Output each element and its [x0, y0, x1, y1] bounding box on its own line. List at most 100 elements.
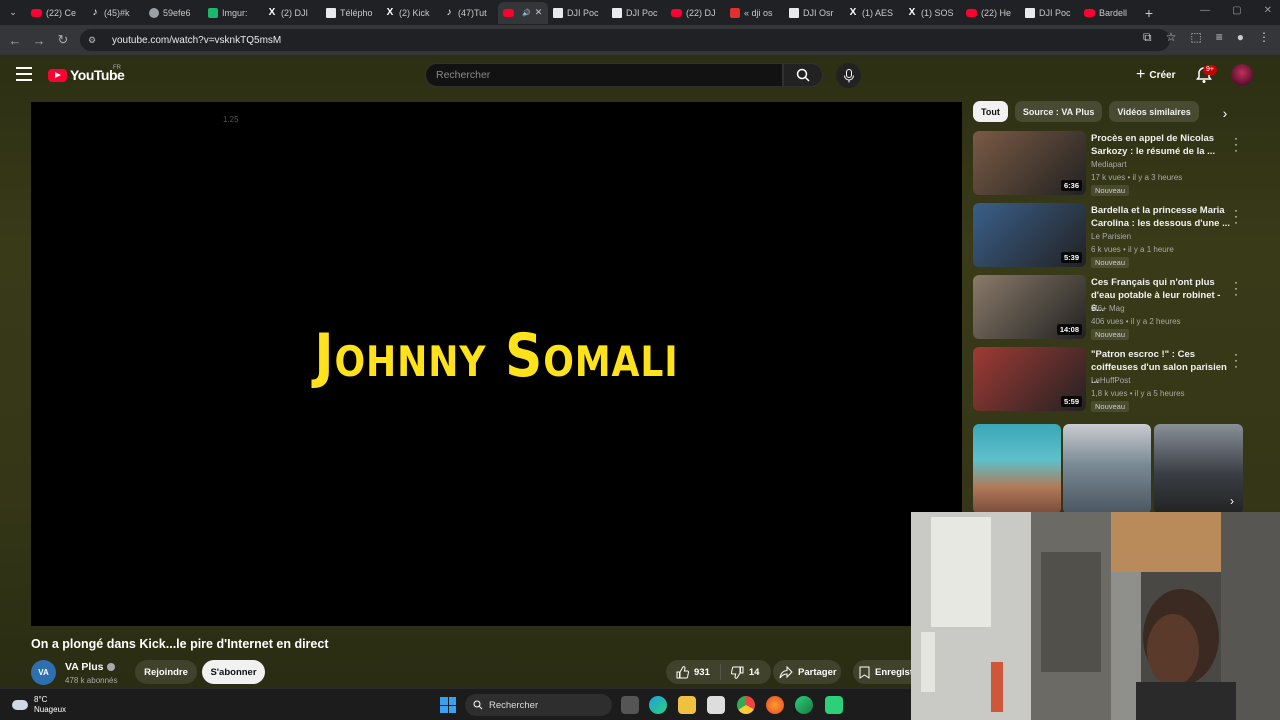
weather-widget[interactable]: 8°C Nuageux: [12, 695, 66, 715]
voice-search-button[interactable]: [836, 63, 861, 88]
country-code: FR: [113, 65, 121, 71]
save-playlist-icon: [859, 666, 870, 679]
tab-close-icon[interactable]: ✕: [535, 7, 543, 18]
site-info-icon[interactable]: ⚙: [88, 35, 100, 46]
recommendation-item[interactable]: 6:36 Procès en appel de Nicolas Sarkozy :…: [973, 131, 1243, 196]
browser-tab[interactable]: ♪ (45)#k: [85, 2, 144, 24]
windows-start-icon[interactable]: [440, 697, 456, 713]
browser-tab[interactable]: X (1) SOS: [902, 2, 961, 24]
doc-icon: [612, 7, 622, 18]
recommendation-item[interactable]: 5:59 "Patron escroc !" : Ces coiffeuses d…: [973, 347, 1243, 412]
video-thumbnail[interactable]: 5:59: [973, 347, 1086, 411]
create-label: Créer: [1149, 69, 1176, 81]
recommendation-channel[interactable]: LeHuffPost: [1091, 376, 1130, 385]
channel-avatar[interactable]: VA: [31, 660, 56, 685]
weather-temp: 8°C: [34, 695, 48, 704]
dislike-button[interactable]: 14: [721, 660, 770, 684]
channel-name[interactable]: VA Plus: [65, 661, 104, 673]
forward-icon[interactable]: →: [27, 33, 51, 48]
edge-icon[interactable]: [649, 696, 667, 714]
close-window-icon[interactable]: ✕: [1264, 5, 1272, 16]
hamburger-menu-icon[interactable]: [16, 67, 32, 81]
browser-tab[interactable]: (22) He: [961, 2, 1020, 24]
recommendation-item[interactable]: 5:39 Bardella et la princesse Maria Carol…: [973, 203, 1243, 268]
media-icon[interactable]: ≡: [1216, 30, 1223, 45]
reload-icon[interactable]: ↻: [51, 32, 75, 48]
shorts-shelf: ›: [973, 424, 1243, 514]
extensions-icon[interactable]: ⬚: [1190, 30, 1201, 45]
cast-icon[interactable]: ⧉: [1143, 30, 1152, 45]
browser-tab[interactable]: Bardell: [1079, 2, 1138, 24]
browser-tab[interactable]: 59efe6: [144, 2, 203, 24]
video-thumbnail[interactable]: 14:08: [973, 275, 1086, 339]
browser-tab[interactable]: DJI Poc: [548, 2, 607, 24]
recommendation-item[interactable]: 14:08 Ces Français qui n'ont plus d'eau p…: [973, 275, 1243, 340]
filter-chip[interactable]: Source : VA Plus: [1014, 101, 1103, 122]
microphone-icon: [843, 68, 854, 82]
browser-tab[interactable]: DJI Osr: [784, 2, 843, 24]
browser-tab[interactable]: ♪ (47)Tut: [439, 2, 498, 24]
filter-chip[interactable]: Vidéos similaires: [1109, 101, 1199, 122]
browser-tab[interactable]: « dji os: [725, 2, 784, 24]
video-player[interactable]: 1.25 Johnny Somali: [31, 102, 962, 626]
recommendation-channel[interactable]: M6+ Mag: [1091, 304, 1125, 313]
recommendation-channel[interactable]: Mediapart: [1091, 160, 1127, 169]
tab-search-chevron-icon[interactable]: ⌄: [0, 0, 26, 25]
bookmark-star-icon[interactable]: ☆: [1166, 30, 1177, 45]
like-button[interactable]: 931: [666, 660, 720, 684]
browser-tab[interactable]: X (2) DJI: [262, 2, 321, 24]
doc-icon: [1025, 7, 1035, 18]
app-icon[interactable]: [825, 696, 843, 714]
back-icon[interactable]: ←: [3, 33, 27, 48]
tab-audio-icon[interactable]: 🔊: [522, 9, 531, 17]
browser-tab[interactable]: DJI Poc: [607, 2, 666, 24]
new-badge: Nouveau: [1091, 185, 1130, 196]
edge-dev-icon[interactable]: [795, 696, 813, 714]
chrome-icon[interactable]: [737, 696, 755, 714]
browser-tab[interactable]: Imgur:: [203, 2, 262, 24]
filter-chip[interactable]: Tout: [973, 101, 1008, 122]
profile-icon[interactable]: ●: [1237, 30, 1244, 45]
task-view-icon[interactable]: [621, 696, 639, 714]
new-tab-button[interactable]: +: [1138, 5, 1160, 21]
browser-tab[interactable]: Télépho: [321, 2, 380, 24]
browser-tab[interactable]: (22) Ce: [26, 2, 85, 24]
recommendation-title[interactable]: Bardella et la princesse Maria Carolina …: [1091, 204, 1231, 230]
more-options-icon[interactable]: · · ·: [1231, 204, 1241, 228]
search-button[interactable]: [783, 63, 823, 87]
more-options-icon[interactable]: · · ·: [1231, 132, 1241, 156]
shorts-next-arrow-icon[interactable]: ›: [1230, 494, 1234, 508]
browser-tab[interactable]: DJI Poc: [1020, 2, 1079, 24]
video-thumbnail[interactable]: 6:36: [973, 131, 1086, 195]
recommendation-channel[interactable]: Le Parisien: [1091, 232, 1131, 241]
short-thumbnail[interactable]: [1063, 424, 1151, 514]
share-label: Partager: [798, 666, 837, 678]
taskbar-search[interactable]: Rechercher: [465, 694, 612, 716]
maximize-icon[interactable]: ▢: [1232, 5, 1241, 16]
create-button[interactable]: + Créer: [1128, 63, 1183, 87]
more-options-icon[interactable]: · · ·: [1231, 348, 1241, 372]
store-icon[interactable]: [707, 696, 725, 714]
browser-tab-active[interactable]: 🔊 ✕: [498, 1, 548, 24]
search-input[interactable]: [436, 69, 782, 81]
video-thumbnail[interactable]: 5:39: [973, 203, 1086, 267]
join-button[interactable]: Rejoindre: [135, 660, 197, 684]
youtube-header: YouTube FR + Créer 9+: [0, 55, 1280, 95]
firefox-icon[interactable]: [766, 696, 784, 714]
subscribe-button[interactable]: S'abonner: [202, 660, 265, 684]
account-avatar[interactable]: [1231, 64, 1253, 86]
browser-tab[interactable]: X (2) Kick: [380, 2, 439, 24]
file-explorer-icon[interactable]: [678, 696, 696, 714]
thumbs-down-icon: [730, 666, 744, 679]
chips-next-arrow-icon[interactable]: ›: [1216, 105, 1234, 123]
share-button[interactable]: Partager: [773, 660, 841, 684]
doc-icon: [326, 7, 336, 18]
recommendation-title[interactable]: Procès en appel de Nicolas Sarkozy : le …: [1091, 132, 1231, 158]
address-bar[interactable]: ⚙ youtube.com/watch?v=vsknkTQ5msM: [80, 29, 1170, 51]
more-options-icon[interactable]: · · ·: [1231, 276, 1241, 300]
browser-tab[interactable]: X (1) AES: [843, 2, 902, 24]
short-thumbnail[interactable]: [973, 424, 1061, 514]
minimize-icon[interactable]: —: [1200, 5, 1210, 16]
menu-icon[interactable]: ⋮: [1258, 30, 1270, 45]
browser-tab[interactable]: (22) DJ: [666, 2, 725, 24]
